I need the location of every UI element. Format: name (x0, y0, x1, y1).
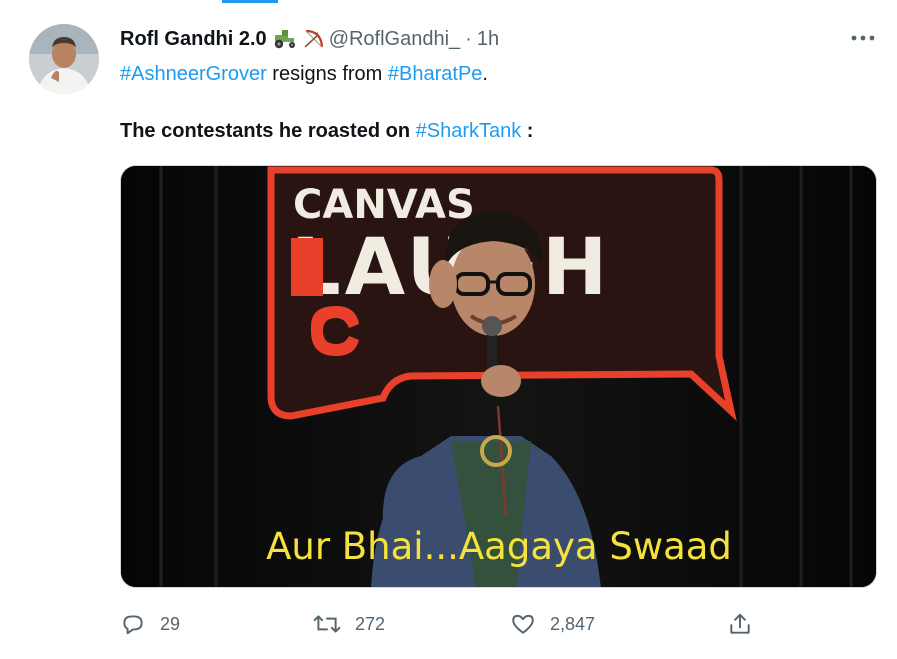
tweet-text: resigns from (266, 63, 388, 85)
hashtag-link[interactable]: #AshneerGrover (120, 63, 267, 85)
tweet-text: : (521, 120, 534, 142)
share-icon (730, 613, 750, 634)
retweet-icon (313, 615, 341, 633)
hashtag-link[interactable]: #SharkTank (416, 120, 522, 142)
heart-icon (512, 614, 534, 634)
more-options-button[interactable] (846, 26, 880, 50)
tweet-text: . (482, 63, 488, 85)
retweet-count: 272 (355, 613, 386, 634)
reply-count: 29 (160, 613, 181, 634)
reply-button[interactable]: 29 (120, 606, 180, 642)
tweet-text-line-2: The contestants he roasted on #SharkTank… (120, 118, 533, 144)
sign-canvas-text: CANVAS (293, 182, 475, 228)
like-button[interactable]: 2,847 (510, 606, 595, 642)
active-tab-indicator (222, 0, 278, 3)
tweet-text: The contestants he roasted on (120, 120, 416, 142)
separator-dot: · (465, 27, 472, 50)
author-handle[interactable]: @RoflGandhi_ (329, 28, 460, 51)
tweet-text-line-1: #AshneerGrover resigns from #BharatPe. (120, 61, 488, 87)
like-count: 2,847 (550, 613, 596, 634)
reply-icon (123, 615, 143, 635)
caption-text: Aur Bhai...Aagaya Swaad (266, 525, 732, 568)
tweet-media-image[interactable]: CANVAS LAUGH Aur Bhai...Aagaya Swaad (120, 165, 877, 588)
avatar[interactable] (29, 24, 99, 94)
retweet-button[interactable]: 272 (313, 606, 385, 642)
author-display-name[interactable]: Rofl Gandhi 2.0 (120, 28, 267, 51)
tweet-timestamp[interactable]: 1h (477, 28, 499, 51)
more-icon (851, 35, 875, 41)
bow-and-arrow-emoji-icon (303, 29, 325, 49)
tweet-header: Rofl Gandhi 2.0 @RoflGandhi_ · 1h (120, 25, 499, 53)
top-strip (0, 0, 897, 4)
share-button[interactable] (727, 606, 753, 642)
tweet-actions: 29 272 2,847 (120, 606, 760, 642)
tractor-emoji-icon (273, 29, 297, 49)
hashtag-link[interactable]: #BharatPe (388, 63, 483, 85)
